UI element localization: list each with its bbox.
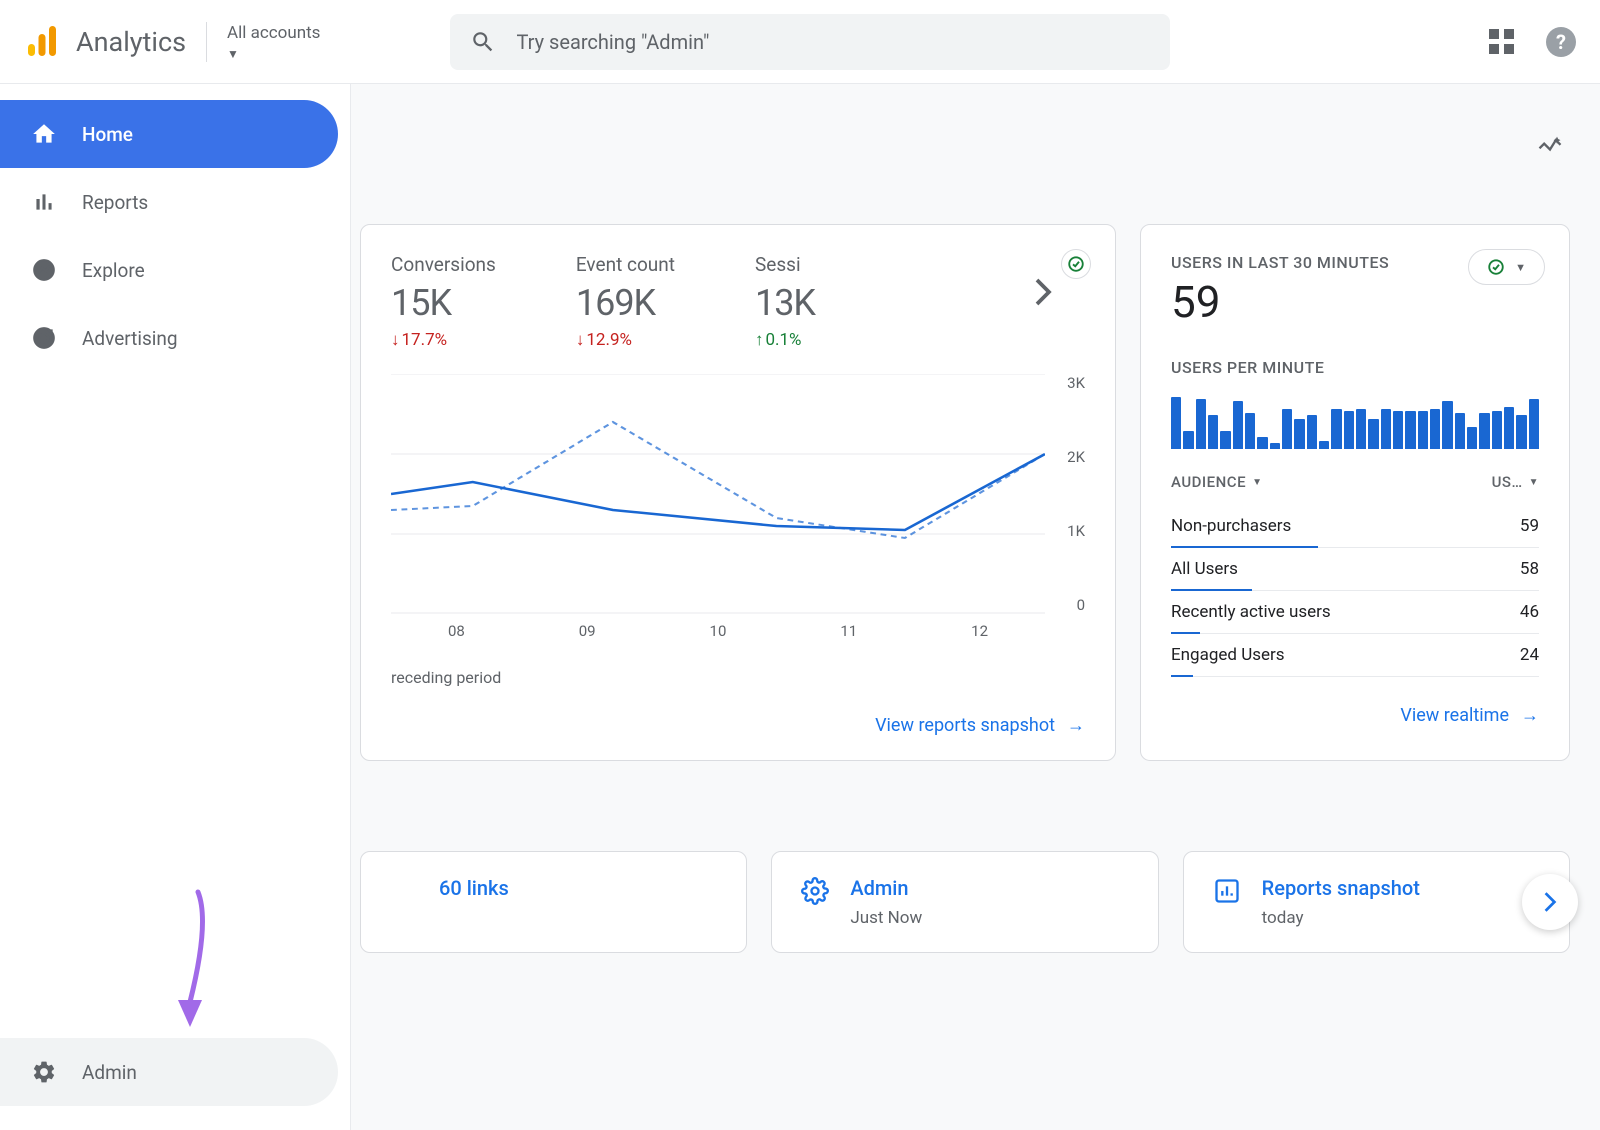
arrow-right-icon: → [1521,705,1539,726]
y-tick: 1K [1067,522,1085,540]
realtime-card: ▼ USERS IN LAST 30 MINUTES 59 USERS PER … [1140,224,1570,761]
home-icon [30,120,58,148]
section-title: d [330,801,1570,831]
audience-row[interactable]: Recently active users46 [1171,591,1539,634]
header-actions: ? [1489,27,1576,57]
gear-icon [30,1058,58,1086]
bar-chart-icon [1212,876,1242,906]
gear-icon [800,876,830,906]
metric-event-count[interactable]: Event count 169K ↓ 12.9% [576,253,675,350]
audience-column-header[interactable]: AUDIENCE ▼ [1171,473,1262,491]
x-tick: 09 [579,622,596,640]
metric-label: Conversions [391,253,496,276]
sidebar-item-reports[interactable]: Reports [0,168,338,236]
recent-title: Reports snapshot [1262,876,1420,900]
x-tick: 10 [710,622,727,640]
x-tick: 11 [840,622,857,640]
metric-label: Sessi [755,253,815,276]
recent-card-admin[interactable]: Admin Just Now [771,851,1158,953]
next-recent-button[interactable] [1522,874,1578,930]
link-icon [389,876,419,906]
target-icon [30,324,58,352]
explore-icon [30,256,58,284]
analytics-logo-icon [24,24,60,60]
chevron-down-icon: ▼ [1529,477,1539,488]
account-selector[interactable]: All accounts ▼ [227,23,320,61]
apps-icon[interactable] [1489,29,1514,54]
metric-sessions[interactable]: Sessi 13K ↑ 0.1% [755,253,815,350]
spark-chart [1171,389,1539,449]
bar-chart-icon [30,188,58,216]
arrow-down-icon: ↓ [391,330,400,350]
realtime-status-button[interactable]: ▼ [1468,249,1545,285]
audience-row[interactable]: Engaged Users24 [1171,634,1539,677]
metric-value: 13K [755,282,815,324]
logo-text: Analytics [76,26,186,58]
metric-value: 169K [576,282,675,324]
header: Analytics All accounts ▼ Try searching "… [0,0,1600,84]
search-input[interactable]: Try searching "Admin" [450,14,1170,70]
x-tick: 12 [971,622,988,640]
sidebar-item-label: Advertising [82,327,178,350]
audience-row[interactable]: All Users58 [1171,548,1539,591]
insights-icon[interactable] [1536,132,1564,164]
logo-area: Analytics [24,24,186,60]
sidebar-item-label: Reports [82,191,148,214]
sidebar-item-explore[interactable]: Explore [0,236,338,304]
help-icon[interactable]: ? [1546,27,1576,57]
sidebar: Home Reports Explore Advertising Admin [0,84,350,1130]
recent-title: 60 links [439,876,509,900]
metric-delta: ↓ 17.7% [391,330,496,350]
view-realtime-link[interactable]: View realtime → [1171,705,1539,726]
chevron-down-icon: ▼ [227,47,239,61]
view-reports-link[interactable]: View reports snapshot → [391,715,1085,736]
arrow-down-icon: ↓ [576,330,585,350]
sidebar-item-admin[interactable]: Admin [0,1038,338,1106]
x-tick: 08 [448,622,465,640]
realtime-subtitle: USERS PER MINUTE [1171,358,1539,377]
sidebar-item-label: Admin [82,1061,137,1084]
recent-card-reports[interactable]: Reports snapshot today [1183,851,1570,953]
recent-card-links[interactable]: 60 links [360,851,747,953]
chevron-down-icon: ▼ [1515,261,1526,274]
y-tick: 2K [1067,448,1085,466]
arrow-up-icon: ↑ [755,330,764,350]
metrics-card: Conversions 15K ↓ 17.7% Event count 169K… [360,224,1116,761]
y-tick: 3K [1067,374,1085,392]
recent-section: d 60 links Admin Just Now [350,761,1600,953]
metric-delta: ↓ 12.9% [576,330,675,350]
metric-delta: ↑ 0.1% [755,330,815,350]
search-icon [470,29,496,55]
divider [206,22,207,62]
metric-conversions[interactable]: Conversions 15K ↓ 17.7% [391,253,496,350]
recent-title: Admin [850,876,922,900]
metric-value: 15K [391,282,496,324]
sidebar-item-label: Explore [82,259,145,282]
recent-sub: Just Now [850,908,922,928]
arrow-right-icon: → [1067,715,1085,736]
legend-preceding: receding period [391,668,1085,687]
account-label: All accounts [227,23,320,43]
next-metric-button[interactable] [1033,277,1053,315]
recent-sub: today [1262,908,1420,928]
users-column-header[interactable]: US… ▼ [1492,473,1539,491]
audience-row[interactable]: Non-purchasers59 [1171,505,1539,548]
search-placeholder: Try searching "Admin" [516,30,709,54]
chevron-down-icon: ▼ [1252,477,1262,488]
audience-list: Non-purchasers59All Users58Recently acti… [1171,505,1539,677]
y-tick: 0 [1077,596,1085,614]
line-chart: 3K 2K 1K 0 [391,374,1085,614]
sidebar-item-home[interactable]: Home [0,100,338,168]
sidebar-item-label: Home [82,123,133,146]
sidebar-item-advertising[interactable]: Advertising [0,304,338,372]
metric-label: Event count [576,253,675,276]
